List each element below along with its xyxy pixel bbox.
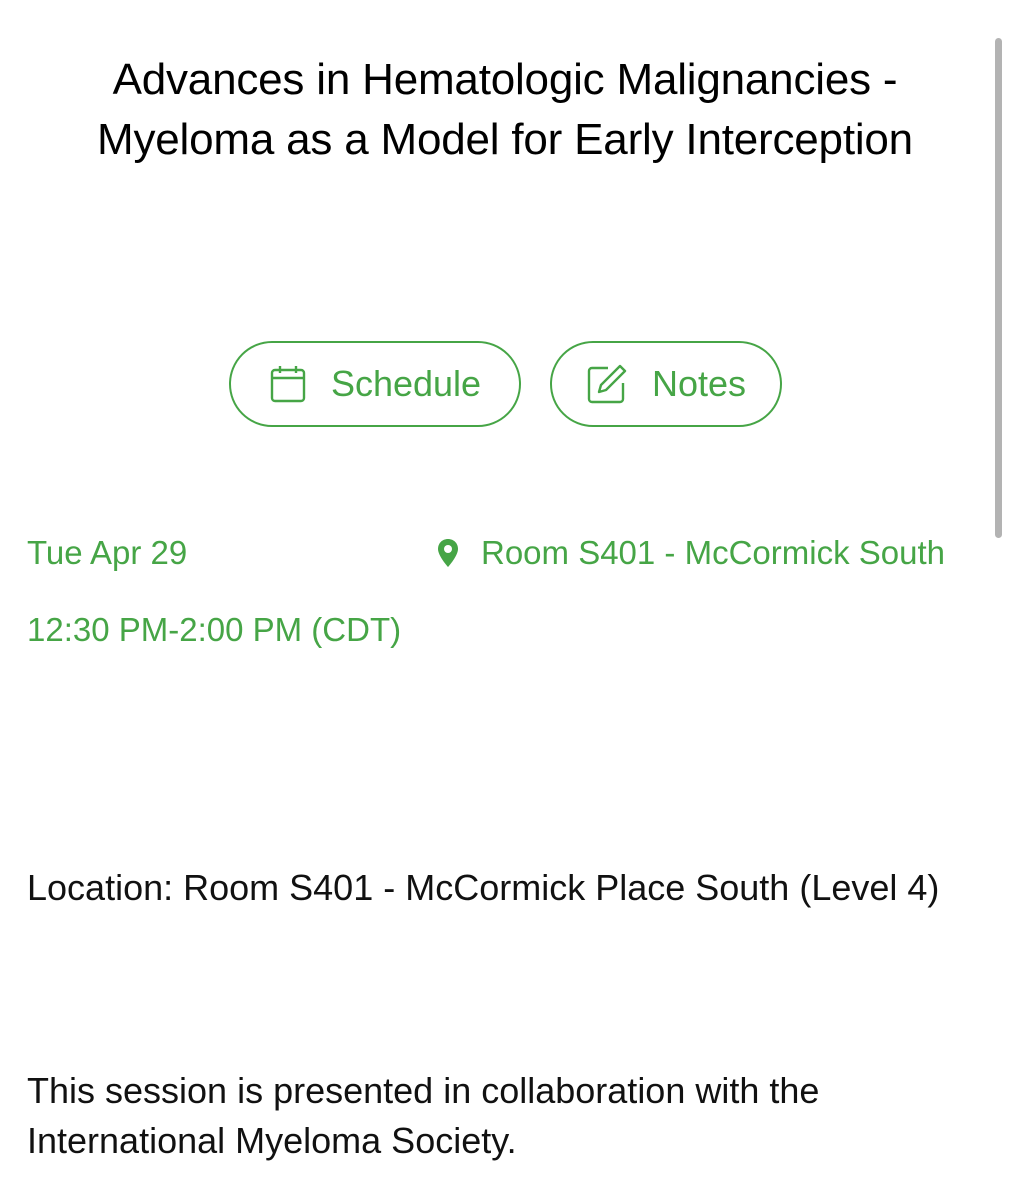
session-room[interactable]: Room S401 - McCormick South bbox=[437, 533, 945, 573]
location-pin-icon bbox=[437, 538, 459, 568]
notes-button[interactable]: Notes bbox=[550, 341, 782, 427]
notes-button-label: Notes bbox=[651, 363, 747, 404]
session-description: This session is presented in collaborati… bbox=[27, 1070, 820, 1161]
scrollbar[interactable] bbox=[995, 38, 1002, 538]
session-date: Tue Apr 29 bbox=[27, 534, 188, 571]
session-room-label: Room S401 - McCormick South bbox=[481, 534, 945, 571]
calendar-icon bbox=[269, 364, 307, 404]
session-title: Advances in Hematologic Malignancies - M… bbox=[97, 55, 913, 164]
session-time: 12:30 PM-2:00 PM (CDT) bbox=[27, 611, 402, 648]
edit-note-icon bbox=[586, 363, 628, 405]
schedule-button[interactable]: Schedule bbox=[229, 341, 521, 427]
schedule-button-label: Schedule bbox=[330, 363, 482, 404]
session-location: Location: Room S401 - McCormick Place So… bbox=[27, 867, 940, 908]
